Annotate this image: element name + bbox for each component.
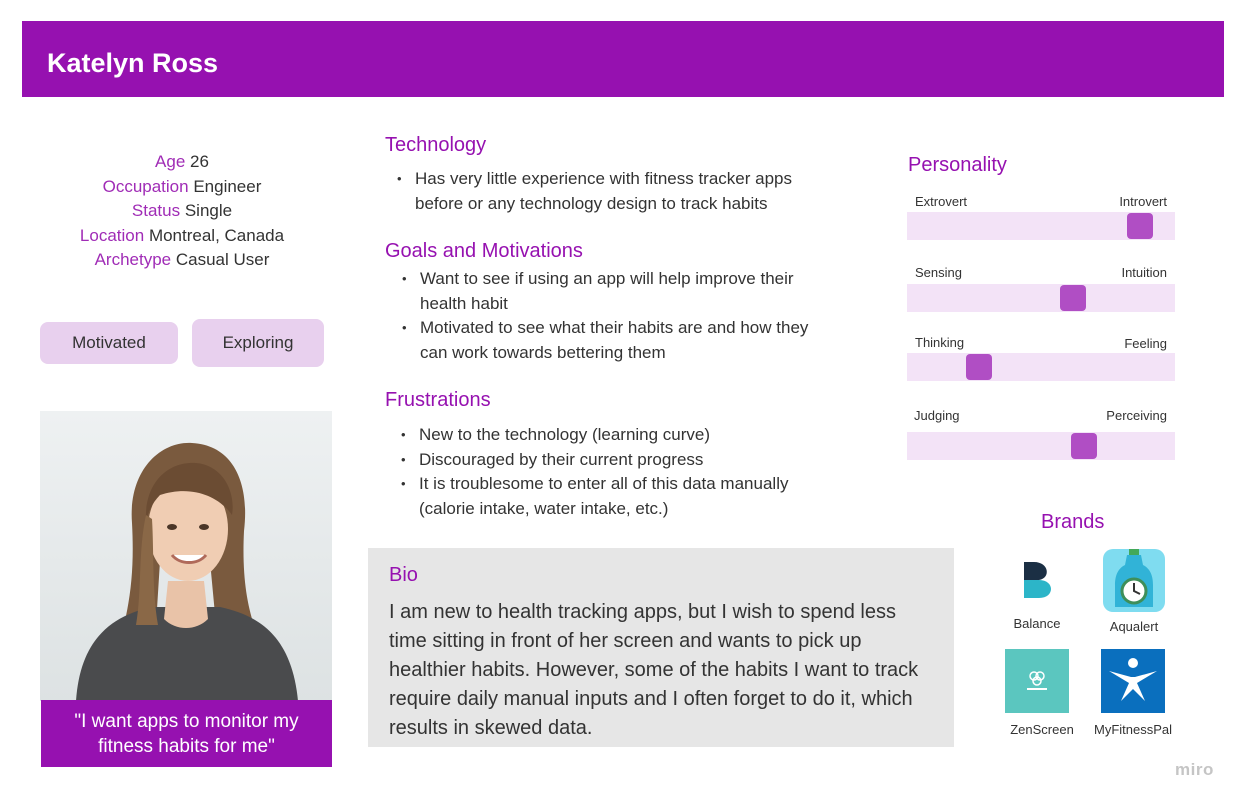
miro-watermark: miro — [1175, 760, 1214, 779]
goals-item: Want to see if using an app will help im… — [400, 267, 840, 316]
trait-slider — [907, 212, 1175, 240]
frustrations-item: It is troublesome to enter all of this d… — [399, 472, 839, 521]
trait-slider — [907, 284, 1175, 312]
goals-list: Want to see if using an app will help im… — [400, 267, 840, 365]
demo-status: Status Single — [131, 201, 233, 220]
tag-exploring: Exploring — [192, 319, 324, 367]
brands-title: Brands — [1041, 511, 1105, 533]
tag-motivated: Motivated — [40, 322, 178, 364]
trait-left-label: Thinking — [915, 335, 965, 350]
demo-occupation: Occupation Engineer — [102, 176, 262, 196]
frustrations-title: Frustrations — [385, 389, 491, 411]
personality-title: Personality — [908, 154, 1007, 176]
frustrations-item: New to the technology (learning curve) — [399, 423, 839, 448]
trait-slider-thumb — [1071, 433, 1097, 459]
trait-right-label: Perceiving — [1106, 408, 1167, 423]
persona-name: Katelyn Ross — [47, 48, 219, 78]
brand-label: ZenScreen — [1010, 722, 1074, 737]
persona-quote: "I want apps to monitor my fitness habit… — [41, 700, 332, 767]
trait-right-label: Feeling — [1124, 336, 1167, 351]
technology-list: Has very little experience with fitness … — [395, 167, 835, 216]
trait-slider-thumb — [966, 354, 992, 380]
bio-title: Bio — [389, 564, 418, 586]
water-bottle-icon — [1103, 549, 1165, 612]
persona-photo — [40, 411, 332, 701]
demo-location: Location Montreal, Canada — [79, 225, 285, 245]
goals-item: Motivated to see what their habits are a… — [400, 316, 840, 365]
technology-item: Has very little experience with fitness … — [395, 167, 835, 216]
frustrations-item: Discouraged by their current progress — [399, 448, 839, 473]
trait-slider — [907, 432, 1175, 460]
demo-archetype: Archetype Casual User — [94, 250, 270, 269]
portrait-illustration — [40, 411, 332, 701]
zenscreen-logo-icon — [1005, 649, 1069, 713]
trait-left-label: Judging — [914, 408, 960, 423]
trait-left-label: Sensing — [915, 265, 962, 280]
demo-age: Age 26 — [155, 152, 209, 171]
bio-text: I am new to health tracking apps, but I … — [389, 601, 919, 739]
demographics: Age 26 Occupation Engineer Status Single… — [30, 150, 334, 273]
brand-label: Balance — [1013, 616, 1061, 631]
frustrations-list: New to the technology (learning curve) D… — [399, 423, 839, 521]
trait-left-label: Extrovert — [915, 194, 968, 209]
technology-title: Technology — [385, 134, 487, 156]
brand-label: Aqualert — [1109, 619, 1159, 634]
trait-slider-thumb — [1127, 213, 1153, 239]
persona-header: Katelyn Ross — [22, 21, 1224, 97]
myfitnesspal-logo-icon — [1101, 649, 1165, 713]
trait-right-label: Introvert — [1119, 194, 1167, 209]
trait-right-label: Intuition — [1121, 265, 1167, 280]
trait-slider — [907, 353, 1175, 381]
brand-label: MyFitnessPal — [1093, 722, 1173, 737]
goals-title: Goals and Motivations — [385, 240, 583, 262]
balance-logo-icon — [1007, 550, 1067, 612]
trait-slider-thumb — [1060, 285, 1086, 311]
bio-panel: Bio I am new to health tracking apps, bu… — [368, 548, 954, 747]
